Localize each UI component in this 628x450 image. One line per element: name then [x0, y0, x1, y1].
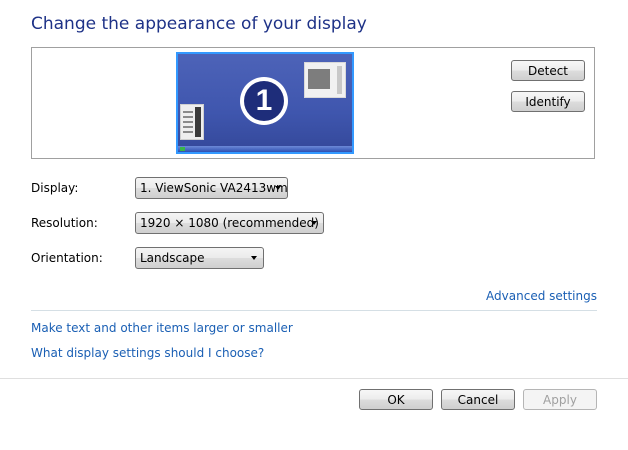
monitor-number: 1	[244, 81, 284, 121]
start-orb-icon	[180, 147, 185, 151]
identify-button[interactable]: Identify	[511, 91, 585, 112]
footer-divider	[0, 378, 628, 379]
display-help-link[interactable]: What display settings should I choose?	[31, 346, 264, 360]
chevron-down-icon	[311, 221, 317, 225]
display-label: Display:	[31, 181, 79, 195]
display-select[interactable]: 1. ViewSonic VA2413wm	[135, 177, 288, 199]
page-title: Change the appearance of your display	[31, 14, 367, 34]
text-size-link[interactable]: Make text and other items larger or smal…	[31, 321, 293, 335]
divider	[31, 310, 597, 311]
chevron-down-icon	[275, 186, 281, 190]
resolution-label: Resolution:	[31, 216, 98, 230]
chevron-down-icon	[251, 256, 257, 260]
taskbar-thumbnail	[178, 146, 352, 152]
detect-button[interactable]: Detect	[511, 60, 585, 81]
display-preview-area: 1 Detect Identify	[31, 47, 595, 159]
window-thumbnail-icon	[304, 62, 346, 98]
sidebar-thumbnail-icon	[180, 104, 204, 140]
orientation-label: Orientation:	[31, 251, 103, 265]
advanced-settings-link[interactable]: Advanced settings	[486, 289, 597, 303]
apply-button[interactable]: Apply	[523, 389, 597, 410]
orientation-select[interactable]: Landscape	[135, 247, 264, 269]
cancel-button[interactable]: Cancel	[441, 389, 515, 410]
monitor-1-thumbnail[interactable]: 1	[176, 52, 354, 154]
ok-button[interactable]: OK	[359, 389, 433, 410]
display-select-value: 1. ViewSonic VA2413wm	[140, 181, 288, 195]
monitor-number-badge: 1	[240, 77, 288, 125]
resolution-select-value: 1920 × 1080 (recommended)	[140, 216, 319, 230]
orientation-select-value: Landscape	[140, 251, 205, 265]
resolution-select[interactable]: 1920 × 1080 (recommended)	[135, 212, 324, 234]
